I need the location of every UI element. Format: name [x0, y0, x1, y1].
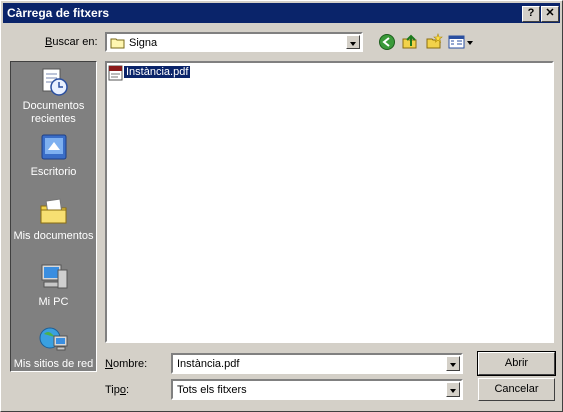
place-label: Mis documentos	[13, 230, 94, 242]
title-bar[interactable]: Càrrega de fitxers ? ✕	[3, 3, 560, 23]
lookin-label: Buscar en:	[45, 36, 98, 48]
filename-label: Nombre:	[105, 358, 148, 370]
my-computer-icon	[41, 264, 67, 289]
folder-icon	[110, 38, 125, 49]
recent-documents-icon	[42, 68, 68, 96]
place-label: Escritorio	[30, 166, 77, 178]
desktop-icon	[41, 134, 66, 160]
views-menu-icon[interactable]	[448, 33, 474, 51]
back-icon[interactable]	[378, 33, 396, 51]
window-title: Càrrega de fitxers	[7, 6, 110, 20]
filetype-dropdown-arrow[interactable]	[446, 382, 460, 397]
my-documents-icon	[40, 198, 66, 224]
pdf-file-icon	[108, 65, 123, 81]
filetype-combo[interactable]: Tots els fitxers	[171, 379, 463, 400]
lookin-dropdown-arrow[interactable]	[346, 35, 360, 49]
open-button[interactable]: Abrir	[477, 351, 556, 376]
lookin-value: Signa	[129, 37, 158, 49]
cancel-button[interactable]: Cancelar	[478, 378, 555, 401]
filetype-label-text2: :	[126, 384, 130, 396]
filename-label-text: ombre:	[112, 358, 148, 370]
places-bar: Documentos recientes Escritorio Mis docu…	[10, 61, 97, 372]
filetype-label: Tipo:	[105, 384, 130, 396]
file-list[interactable]: Instància.pdf	[105, 61, 554, 343]
filename-dropdown-arrow[interactable]	[446, 356, 460, 371]
place-network-places[interactable]: Mis sitios de red	[11, 324, 96, 371]
place-desktop[interactable]: Escritorio	[11, 132, 96, 179]
filename-combo[interactable]: Instància.pdf	[171, 353, 463, 374]
new-folder-icon[interactable]	[425, 33, 443, 51]
place-label: Mi PC	[38, 296, 69, 308]
place-my-documents[interactable]: Mis documentos	[11, 196, 96, 243]
up-folder-icon[interactable]	[401, 33, 419, 51]
help-button[interactable]: ?	[522, 6, 540, 22]
cancel-button-label: Cancelar	[494, 383, 539, 395]
place-label: Mis sitios de red	[13, 358, 94, 370]
lookin-label-text: uscar en:	[52, 36, 98, 48]
place-recent-documents[interactable]: Documentos recientes	[11, 66, 96, 126]
close-button[interactable]: ✕	[541, 6, 559, 22]
file-name: Instància.pdf	[122, 65, 192, 79]
place-label: Documentos recientes	[22, 100, 85, 125]
file-dialog: Càrrega de fitxers ? ✕ Buscar en: Signa	[0, 0, 563, 412]
open-button-label: Abrir	[504, 357, 529, 369]
place-my-computer[interactable]: Mi PC	[11, 262, 96, 309]
filetype-label-text1: Tip	[105, 384, 120, 396]
filename-value: Instància.pdf	[177, 358, 240, 370]
network-places-icon	[39, 327, 67, 351]
lookin-combo[interactable]: Signa	[105, 32, 363, 52]
filetype-value: Tots els fitxers	[177, 384, 247, 396]
